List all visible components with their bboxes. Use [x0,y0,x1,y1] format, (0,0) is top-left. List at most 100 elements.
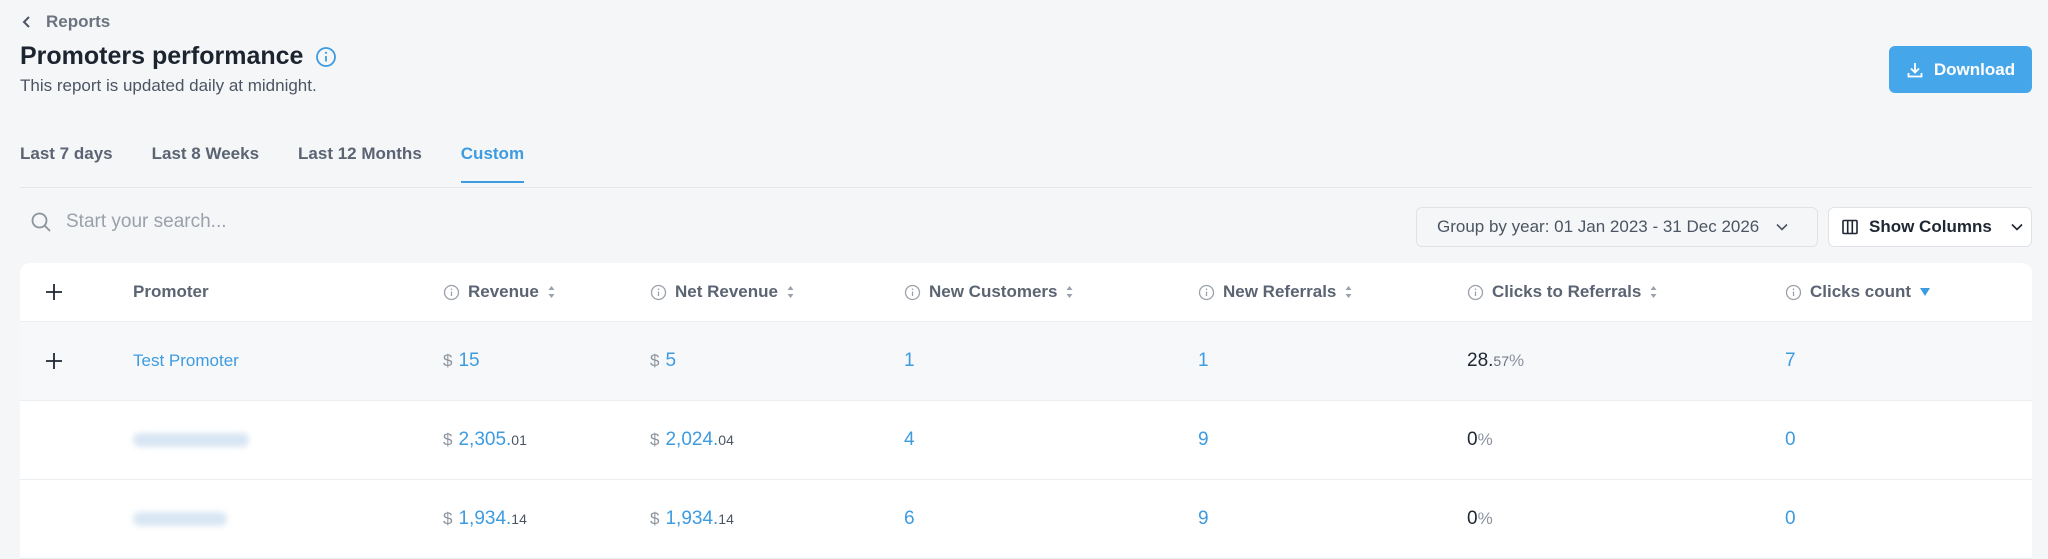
info-icon [650,284,667,300]
info-icon [904,284,921,300]
net-revenue-decimals: 04 [718,432,734,448]
new-customers-value[interactable]: 1 [904,350,915,372]
ctr-value: 0 [1467,508,1478,529]
chevron-left-icon [22,16,30,28]
sort-descending-icon [1920,288,1931,296]
blurred-promoter-name[interactable] [133,512,227,526]
new-customers-cell: 1 [904,322,915,400]
new-referrals-cell: 1 [1198,322,1209,400]
column-header-revenue[interactable]: Revenue [443,263,556,321]
tab-last-7-days[interactable]: Last 7 days [20,144,113,183]
new-referrals-value[interactable]: 9 [1198,508,1209,530]
currency-symbol: $ [650,430,660,449]
new-customers-cell: 4 [904,401,915,479]
column-header-label: Revenue [468,282,539,301]
column-header-net-revenue[interactable]: Net Revenue [650,263,795,321]
clicks-count-value[interactable]: 7 [1785,350,1796,372]
promoter-link[interactable]: Test Promoter [133,351,239,371]
tabs-divider [20,187,2032,188]
info-icon [1467,284,1484,300]
new-customers-cell: 6 [904,480,915,558]
breadcrumb[interactable]: Reports [20,12,110,32]
table-row: Test Promoter $15 $5 1 1 28. 57% 7 [20,322,2032,401]
breadcrumb-reports-label: Reports [46,12,111,31]
tab-last-8-weeks[interactable]: Last 8 Weeks [152,144,259,183]
column-header-new-customers[interactable]: New Customers [904,263,1074,321]
search-input[interactable] [66,211,466,233]
ctr-value: 28. [1467,350,1494,371]
ctr-value: 0 [1467,429,1478,450]
currency-symbol: $ [443,509,453,528]
new-referrals-value[interactable]: 9 [1198,429,1209,451]
currency-symbol: $ [443,351,453,370]
plus-icon[interactable] [43,281,65,303]
column-header-label: Promoter [133,282,209,301]
new-referrals-cell: 9 [1198,401,1209,479]
clicks-count-value[interactable]: 0 [1785,508,1796,530]
download-button-label: Download [1933,59,2016,79]
columns-icon [1842,219,1858,235]
search-icon [31,212,51,232]
new-referrals-cell: 9 [1198,480,1209,558]
column-header-label: Clicks to Referrals [1492,282,1642,301]
chevron-down-icon [1776,223,1788,231]
clicks-count-cell: 0 [1785,480,1796,558]
page-title: Promoters performance [20,42,304,70]
column-header-label: Net Revenue [675,282,778,301]
table-header-row: Promoter Revenue Net Revenue New Custome… [20,263,2032,322]
info-icon[interactable] [315,46,337,68]
column-header-clicks-to-referrals[interactable]: Clicks to Referrals [1467,263,1658,321]
currency-symbol: $ [650,509,660,528]
revenue-value: 15 [458,350,480,371]
info-icon [1198,284,1215,300]
column-header-clicks-count[interactable]: Clicks count [1785,263,1931,321]
search-bar [30,211,466,233]
download-icon [1907,62,1923,77]
clicks-count-value[interactable]: 0 [1785,429,1796,451]
page-subtitle: This report is updated daily at midnight… [20,76,317,95]
clicks-count-cell: 7 [1785,322,1796,400]
show-columns-label: Show Columns [1869,217,1992,236]
net-revenue-cell: $1,934. 14 [650,480,734,558]
percent-sign: % [1509,351,1525,370]
table-row: $2,305. 01 $2,024. 04 4 9 0% 0 [20,401,2032,480]
blurred-promoter-name[interactable] [133,433,249,447]
expand-row-cell [43,322,65,400]
tab-last-12-months[interactable]: Last 12 Months [298,144,422,183]
promoter-cell [133,480,227,558]
clicks-to-referrals-cell: 0% [1467,480,1493,558]
info-icon [443,284,460,300]
ctr-decimals: 57 [1493,353,1509,369]
net-revenue-value: 1,934. [665,508,719,529]
date-range-tabs: Last 7 days Last 8 Weeks Last 12 Months … [20,144,563,183]
new-customers-value[interactable]: 6 [904,508,915,530]
promoter-cell: Test Promoter [133,322,239,400]
page-header: Promoters performance [20,42,337,71]
revenue-cell: $2,305. 01 [443,401,527,479]
expand-all-cell [43,263,65,321]
column-header-label: New Customers [929,282,1058,301]
net-revenue-cell: $5 [650,322,676,400]
promoter-cell [133,401,249,479]
chevron-down-icon [2011,223,2023,231]
show-columns-button[interactable]: Show Columns [1828,207,2032,247]
promoters-table: Promoter Revenue Net Revenue New Custome… [20,263,2032,559]
sort-icon [1066,286,1073,298]
tab-custom[interactable]: Custom [460,144,525,183]
revenue-decimals: 01 [511,432,527,448]
column-header-promoter[interactable]: Promoter [133,263,209,321]
new-customers-value[interactable]: 4 [904,429,915,451]
column-header-label: Clicks count [1810,282,1912,301]
new-referrals-value[interactable]: 1 [1198,350,1209,372]
clicks-to-referrals-cell: 28. 57% [1467,322,1524,400]
sort-icon [548,286,555,298]
revenue-decimals: 14 [511,511,527,527]
currency-symbol: $ [650,351,660,370]
clicks-to-referrals-cell: 0% [1467,401,1493,479]
group-by-dropdown[interactable]: Group by year: 01 Jan 2023 - 31 Dec 2026 [1416,207,1818,247]
column-header-new-referrals[interactable]: New Referrals [1198,263,1353,321]
plus-icon[interactable] [43,350,65,372]
column-header-label: New Referrals [1223,282,1337,301]
download-button[interactable]: Download [1889,46,2032,93]
revenue-value: 2,305. [458,429,512,450]
